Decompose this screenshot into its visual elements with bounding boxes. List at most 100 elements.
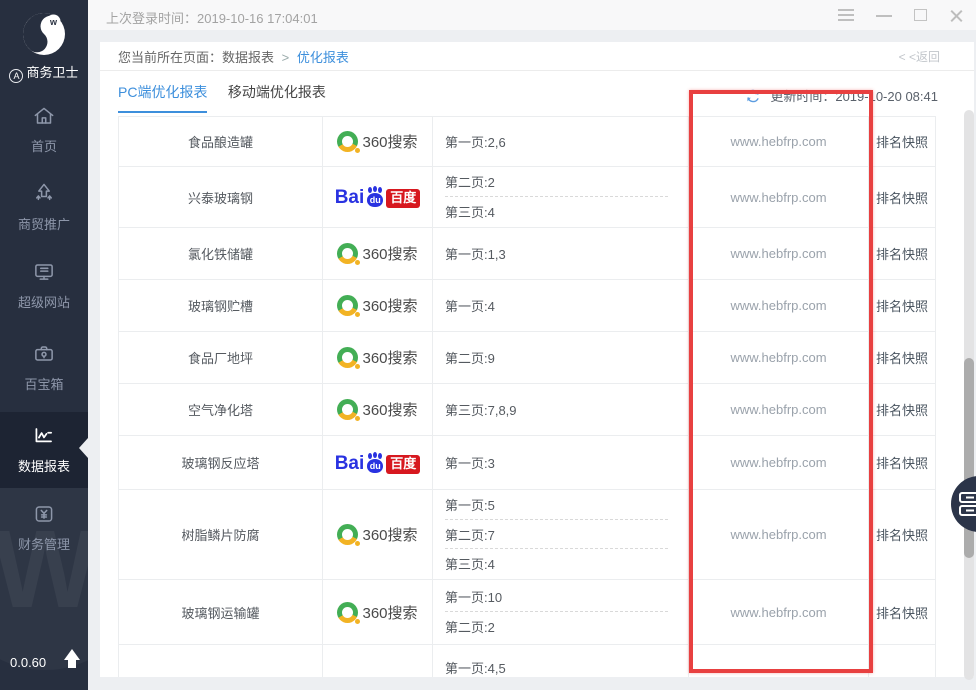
back-link[interactable]: < <返回 bbox=[899, 42, 940, 73]
engine-cell: 360搜索 bbox=[323, 117, 433, 166]
title-bar: 上次登录时间：2019-10-16 17:04:01 bbox=[88, 0, 976, 30]
sidebar-item-finance[interactable]: 财务管理 bbox=[0, 501, 88, 553]
sidebar-item-label: 超级网站 bbox=[0, 292, 88, 311]
engine-cell: Baidu百度 bbox=[323, 167, 433, 227]
sidebar-item-reports[interactable]: 数据报表 bbox=[0, 423, 88, 475]
ranking-cell: 第一页:3 bbox=[433, 436, 689, 489]
sidebar-item-label: 数据报表 bbox=[0, 456, 88, 475]
keyword-cell: 玻璃钢反应塔 bbox=[119, 436, 323, 489]
maximize-icon[interactable] bbox=[914, 9, 930, 22]
last-login-time: 上次登录时间：2019-10-16 17:04:01 bbox=[106, 8, 318, 27]
qr-widget-icon bbox=[957, 491, 976, 517]
keyword-cell: 玻璃钢运输罐 bbox=[119, 580, 323, 644]
table-row: 空气净化塔 360搜索 第三页:7,8,9 www.hebfrp.com 排名快… bbox=[119, 384, 935, 436]
home-icon bbox=[31, 103, 57, 129]
engine-cell: 360搜索 bbox=[323, 580, 433, 644]
engine-cell: 360搜索 bbox=[323, 280, 433, 331]
baidu-logo-icon: Baidu百度 bbox=[335, 452, 421, 474]
engine-cell: Baidu百度 bbox=[323, 436, 433, 489]
minimize-icon[interactable] bbox=[876, 9, 892, 22]
active-item-notch bbox=[79, 438, 88, 458]
keyword-cell: 兴泰玻璃钢 bbox=[119, 167, 323, 227]
website-cell: www.hebfrp.com bbox=[689, 580, 869, 644]
breadcrumb-current-link[interactable]: 优化报表 bbox=[297, 50, 349, 65]
360-search-logo-icon: 360搜索 bbox=[337, 399, 417, 420]
tab-bar: PC端优化报表 移动端优化报表 bbox=[118, 82, 342, 116]
app-logo-icon: w bbox=[18, 8, 70, 60]
snapshot-link[interactable]: 排名快照 bbox=[869, 228, 935, 279]
snapshot-link[interactable]: 排名快照 bbox=[869, 490, 935, 579]
ranking-cell: 第一页:5 第二页:7 第三页:4 bbox=[433, 490, 689, 579]
table-row: 食品厂地坪 360搜索 第二页:9 www.hebfrp.com 排名快照 bbox=[119, 332, 935, 384]
sidebar-item-home[interactable]: 首页 bbox=[0, 103, 88, 155]
report-chart-icon bbox=[31, 423, 57, 449]
table-row: 树脂鳞片防腐 360搜索 第一页:5 第二页:7 第三页:4 www.hebfr… bbox=[119, 490, 935, 580]
snapshot-link[interactable]: 排名快照 bbox=[869, 436, 935, 489]
tab-mobile-report[interactable]: 移动端优化报表 bbox=[228, 82, 326, 113]
table-row: 食品酿造罐 360搜索 第一页:2,6 www.hebfrp.com 排名快照 bbox=[119, 117, 935, 167]
keyword-cell: 氯化铁储罐 bbox=[119, 228, 323, 279]
website-cell: www.hebfrp.com bbox=[689, 332, 869, 383]
website-cell: www.hebfrp.com bbox=[689, 280, 869, 331]
brand-badge-icon: A bbox=[9, 69, 23, 83]
snapshot-link[interactable]: 排名快照 bbox=[869, 280, 935, 331]
keyword-cell bbox=[119, 645, 323, 677]
sidebar-item-label: 百宝箱 bbox=[0, 374, 88, 393]
snapshot-link[interactable]: 排名快照 bbox=[869, 384, 935, 435]
website-cell: www.hebfrp.com bbox=[689, 490, 869, 579]
sidebar-item-website[interactable]: 超级网站 bbox=[0, 259, 88, 311]
website-cell: www.hebfrp.com bbox=[689, 228, 869, 279]
breadcrumb-separator: > bbox=[282, 50, 290, 65]
sidebar-item-label: 首页 bbox=[0, 136, 88, 155]
keyword-cell: 树脂鳞片防腐 bbox=[119, 490, 323, 579]
ranking-cell: 第一页:10 第二页:2 bbox=[433, 580, 689, 644]
table-row: 第一页:4,5 bbox=[119, 645, 935, 677]
tab-pc-report[interactable]: PC端优化报表 bbox=[118, 82, 207, 113]
breadcrumb-section: 数据报表 bbox=[222, 50, 274, 65]
360-search-logo-icon: 360搜索 bbox=[337, 347, 417, 368]
engine-cell: 360搜索 bbox=[323, 384, 433, 435]
snapshot-link[interactable]: 排名快照 bbox=[869, 332, 935, 383]
360-search-logo-icon: 360搜索 bbox=[337, 524, 417, 545]
window-menu-icon[interactable] bbox=[838, 9, 854, 22]
360-search-logo-icon: 360搜索 bbox=[337, 295, 417, 316]
sidebar-item-toolbox[interactable]: 百宝箱 bbox=[0, 341, 88, 393]
website-cell: www.hebfrp.com bbox=[689, 384, 869, 435]
refresh-update-time[interactable]: 更新时间：2019-10-20 08:41 bbox=[745, 86, 938, 105]
360-search-logo-icon: 360搜索 bbox=[337, 131, 417, 152]
app-window: 上次登录时间：2019-10-16 17:04:01 W w A商务卫士 首页 bbox=[0, 0, 976, 690]
sidebar-item-promote[interactable]: 商贸推广 bbox=[0, 181, 88, 233]
ranking-cell: 第三页:7,8,9 bbox=[433, 384, 689, 435]
snapshot-link[interactable]: 排名快照 bbox=[869, 117, 935, 166]
ranking-table: 食品酿造罐 360搜索 第一页:2,6 www.hebfrp.com 排名快照 … bbox=[118, 116, 936, 677]
website-cell: www.hebfrp.com bbox=[689, 436, 869, 489]
360-search-logo-icon: 360搜索 bbox=[337, 243, 417, 264]
baidu-logo-icon: Baidu百度 bbox=[335, 186, 421, 208]
version-label: 0.0.60 bbox=[10, 655, 46, 670]
content-card: 您当前所在页面：数据报表 > 优化报表 < <返回 PC端优化报表 移动端优化报… bbox=[100, 42, 974, 677]
website-monitor-icon bbox=[31, 259, 57, 285]
ranking-cell: 第一页:2,6 bbox=[433, 117, 689, 166]
engine-cell: 360搜索 bbox=[323, 332, 433, 383]
update-time-label: 更新时间：2019-10-20 08:41 bbox=[770, 89, 938, 104]
ranking-cell: 第二页:2 第三页:4 bbox=[433, 167, 689, 227]
sidebar: W w A商务卫士 首页 商贸推广 bbox=[0, 0, 88, 690]
website-cell: www.hebfrp.com bbox=[689, 167, 869, 227]
engine-cell: 360搜索 bbox=[323, 490, 433, 579]
snapshot-link[interactable]: 排名快照 bbox=[869, 167, 935, 227]
refresh-icon bbox=[745, 88, 761, 104]
snapshot-link[interactable]: 排名快照 bbox=[869, 580, 935, 644]
engine-cell bbox=[323, 645, 433, 677]
ranking-cell: 第一页:4 bbox=[433, 280, 689, 331]
brand-name: A商务卫士 bbox=[0, 62, 88, 83]
table-row: 玻璃钢运输罐 360搜索 第一页:10 第二页:2 www.hebfrp.com… bbox=[119, 580, 935, 645]
snapshot-cell bbox=[869, 645, 935, 677]
update-arrow-icon[interactable] bbox=[62, 649, 82, 671]
svg-text:w: w bbox=[49, 17, 58, 27]
keyword-cell: 空气净化塔 bbox=[119, 384, 323, 435]
breadcrumb-prefix: 您当前所在页面： bbox=[118, 50, 222, 65]
keyword-cell: 玻璃钢贮槽 bbox=[119, 280, 323, 331]
close-icon[interactable] bbox=[948, 9, 964, 22]
360-search-logo-icon: 360搜索 bbox=[337, 602, 417, 623]
table-row: 兴泰玻璃钢 Baidu百度 第二页:2 第三页:4 www.hebfrp.com… bbox=[119, 167, 935, 228]
